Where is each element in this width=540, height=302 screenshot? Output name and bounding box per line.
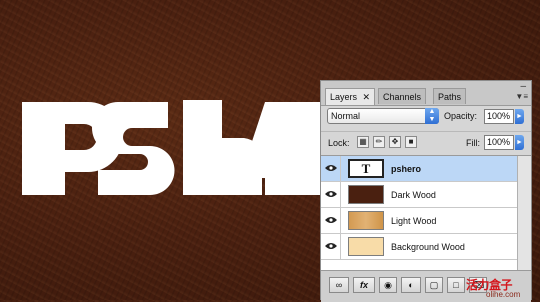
fill-field[interactable]: 100% xyxy=(484,135,514,150)
tab-close-icon[interactable]: ✕ xyxy=(363,92,371,102)
fx-button[interactable]: fx xyxy=(353,277,375,293)
opacity-field[interactable]: 100% xyxy=(484,109,514,124)
panel-menu-icon[interactable]: ▼≡ xyxy=(515,92,528,101)
mask-icon[interactable]: ◉ xyxy=(379,277,397,293)
lock-transparency-icon[interactable]: ▦ xyxy=(357,136,369,148)
fill-label: Fill: xyxy=(466,138,480,148)
tab-paths[interactable]: Paths xyxy=(433,88,467,104)
new-layer-icon[interactable]: □ xyxy=(447,277,465,293)
text-layer-thumbnail: T xyxy=(348,159,384,178)
visibility-eye-icon[interactable] xyxy=(321,234,341,259)
blend-mode-select[interactable]: Normal ▲ ▼ xyxy=(327,108,439,124)
layer-thumbnail xyxy=(348,211,384,230)
panel-tabbar: Layers ✕ Channels Paths – ▼≡ xyxy=(321,81,531,106)
updown-arrow-icon: ▲ ▼ xyxy=(425,108,439,124)
lock-row: Lock: ▦ ✏ ✥ ■ Fill: 100% ► xyxy=(321,131,531,154)
letter-s xyxy=(92,102,175,195)
layers-list: T pshero Dark Wood Light Wood Background… xyxy=(321,155,531,270)
layer-row-light-wood[interactable]: Light Wood xyxy=(321,208,517,234)
lock-label: Lock: xyxy=(328,138,350,148)
link-icon[interactable]: ∞ xyxy=(329,277,349,293)
layer-name: Dark Wood xyxy=(391,190,436,200)
layer-thumbnail xyxy=(348,185,384,204)
layer-row-background-wood[interactable]: Background Wood xyxy=(321,234,517,260)
opacity-arrow-icon[interactable]: ► xyxy=(515,109,524,124)
layer-thumbnail xyxy=(348,237,384,256)
tab-channels-label: Channels xyxy=(383,92,422,102)
tab-paths-label: Paths xyxy=(438,92,462,102)
blend-mode-value: Normal xyxy=(331,111,361,121)
lock-image-icon[interactable]: ✏ xyxy=(373,136,385,148)
watermark-url: olihe.com xyxy=(486,290,521,299)
lock-all-icon[interactable]: ■ xyxy=(405,136,417,148)
scrollbar[interactable] xyxy=(517,156,531,270)
tab-channels[interactable]: Channels xyxy=(378,88,427,104)
visibility-eye-icon[interactable] xyxy=(321,182,341,207)
adjustment-icon[interactable]: ◐ xyxy=(401,277,421,293)
lock-position-icon[interactable]: ✥ xyxy=(389,136,401,148)
blend-row: Normal ▲ ▼ Opacity: 100% ► xyxy=(321,106,531,128)
layer-name: pshero xyxy=(391,164,422,174)
close-icon[interactable]: – xyxy=(520,81,526,92)
opacity-label: Opacity: xyxy=(444,111,478,121)
layers-panel: Layers ✕ Channels Paths – ▼≡ Normal ▲ ▼ O… xyxy=(320,80,532,302)
visibility-eye-icon[interactable] xyxy=(321,208,341,233)
tab-layers[interactable]: Layers ✕ xyxy=(325,88,376,105)
layer-name: Light Wood xyxy=(391,216,437,226)
visibility-eye-icon[interactable] xyxy=(321,156,341,181)
layer-row-dark-wood[interactable]: Dark Wood xyxy=(321,182,517,208)
layer-name: Background Wood xyxy=(391,242,465,252)
tab-layers-label: Layers xyxy=(330,92,358,102)
group-folder-icon[interactable]: ▢ xyxy=(425,277,443,293)
layer-row-pshero[interactable]: T pshero xyxy=(321,156,517,182)
fill-arrow-icon[interactable]: ► xyxy=(515,135,524,150)
